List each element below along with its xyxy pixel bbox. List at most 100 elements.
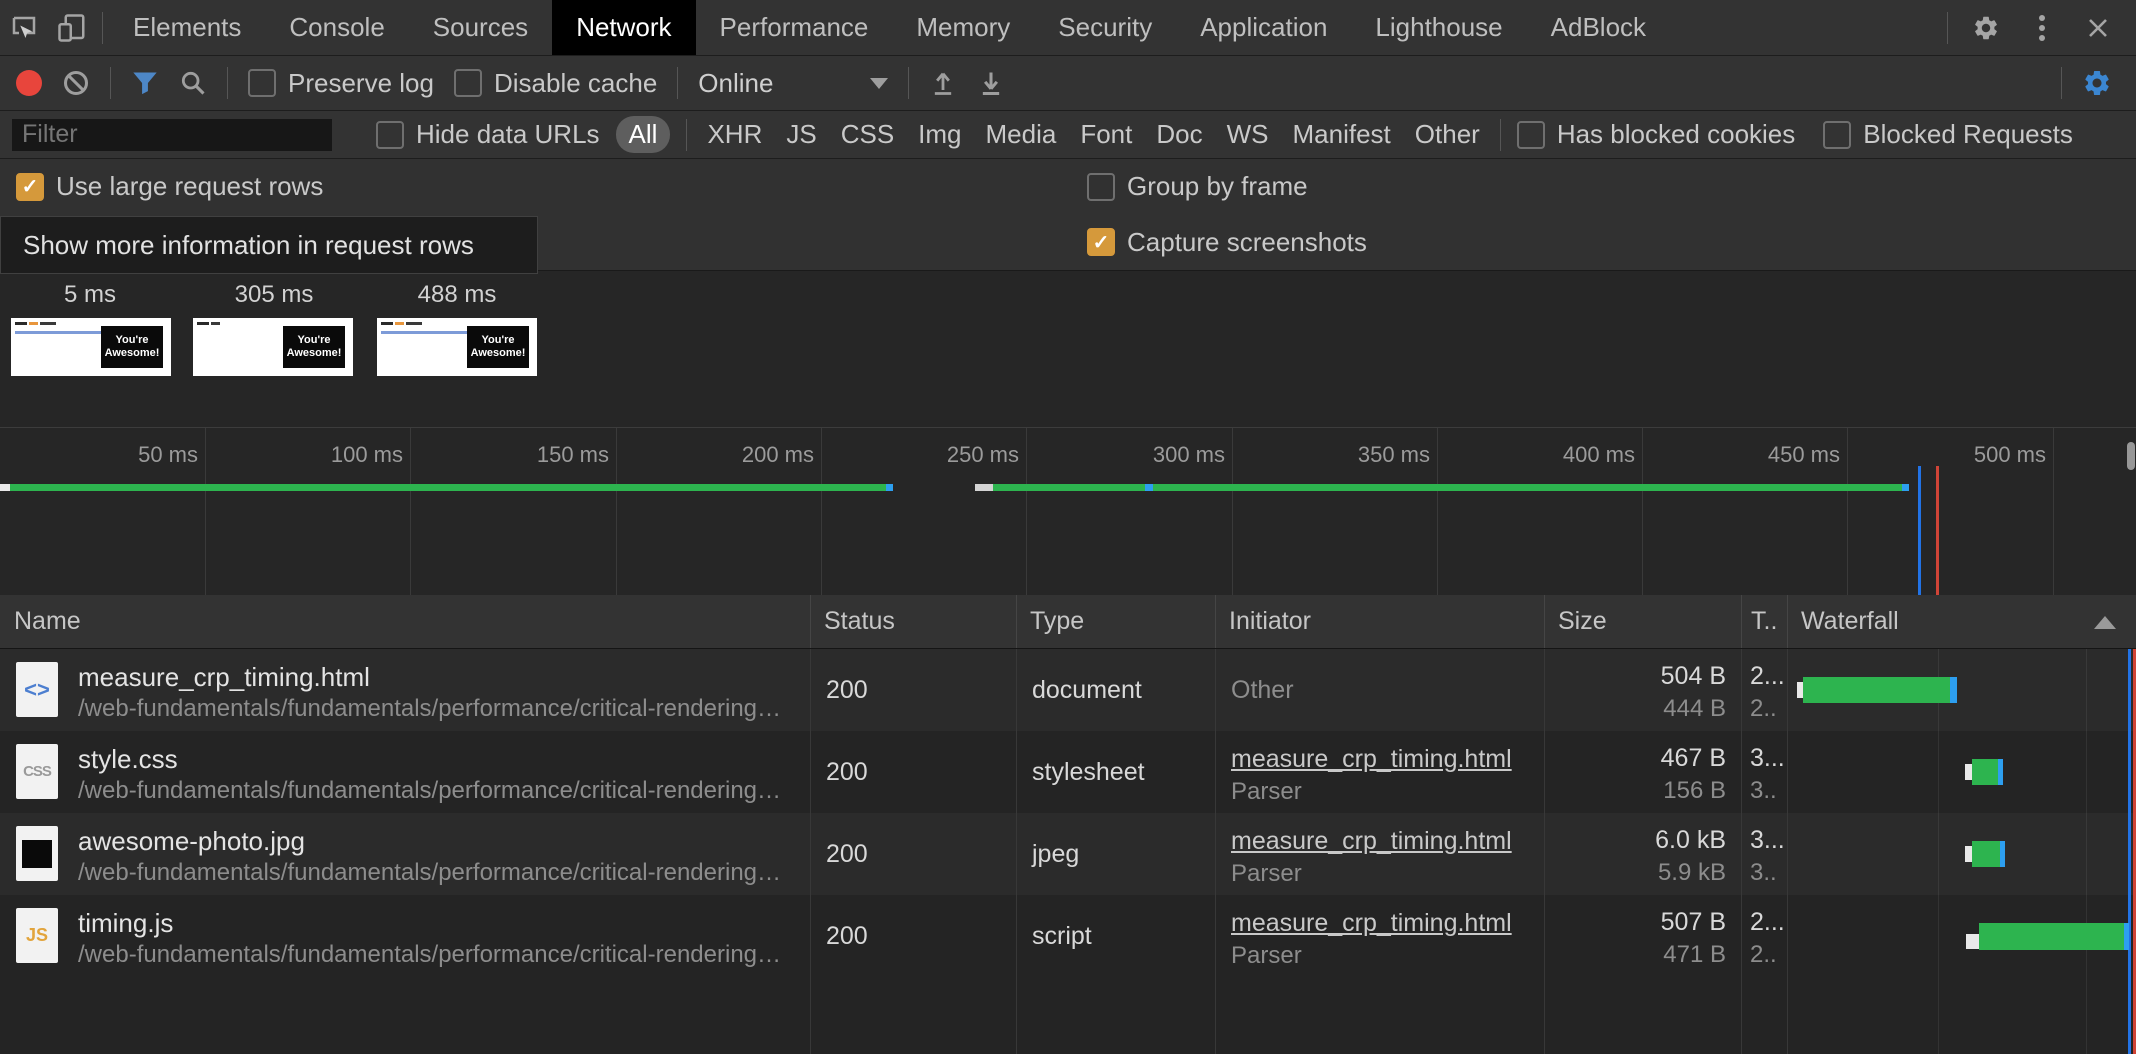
has-blocked-cookies-checkbox[interactable] bbox=[1517, 121, 1545, 149]
waterfall-end-bar bbox=[2000, 841, 2005, 867]
search-icon[interactable] bbox=[179, 69, 207, 97]
overview-gridline bbox=[1847, 428, 1848, 596]
request-initiator-link[interactable]: measure_crp_timing.html bbox=[1231, 909, 1512, 938]
column-header-waterfall[interactable]: Waterfall bbox=[1787, 595, 2087, 648]
filter-type-manifest[interactable]: Manifest bbox=[1289, 119, 1395, 150]
waterfall-end-bar bbox=[1950, 677, 1957, 703]
blocked-requests-label: Blocked Requests bbox=[1863, 119, 2073, 150]
request-name: awesome-photo.jpg bbox=[78, 826, 305, 857]
waterfall-download-bar[interactable] bbox=[1972, 759, 1998, 785]
group-by-frame-toggle[interactable]: Group by frame bbox=[1087, 159, 1308, 214]
request-initiator-link[interactable]: measure_crp_timing.html bbox=[1231, 745, 1512, 774]
filter-type-css[interactable]: CSS bbox=[837, 119, 898, 150]
table-row[interactable]: JS timing.js /web-fundamentals/fundament… bbox=[0, 895, 2136, 977]
column-header-name[interactable]: Name bbox=[0, 595, 810, 648]
table-row[interactable]: CSS style.css /web-fundamentals/fundamen… bbox=[0, 731, 2136, 813]
frame-badge: You're Awesome! bbox=[283, 326, 345, 368]
waterfall-download-bar[interactable] bbox=[1803, 677, 1950, 703]
tab-performance[interactable]: Performance bbox=[696, 0, 893, 55]
disable-cache-checkbox[interactable] bbox=[454, 69, 482, 97]
export-har-icon[interactable] bbox=[977, 69, 1005, 97]
overview-tick-label: 350 ms bbox=[1358, 442, 1437, 468]
settings-gear-icon[interactable] bbox=[1962, 14, 2010, 42]
tab-application[interactable]: Application bbox=[1176, 0, 1351, 55]
request-name: measure_crp_timing.html bbox=[78, 662, 370, 693]
request-path: /web-fundamentals/fundamentals/performan… bbox=[78, 941, 781, 969]
kebab-menu-icon[interactable] bbox=[2018, 13, 2066, 43]
waterfall-queueing-bar[interactable] bbox=[1966, 934, 1979, 949]
network-settings-gear-icon[interactable] bbox=[2082, 68, 2120, 98]
filmstrip-time-label: 305 ms bbox=[235, 281, 314, 309]
import-har-icon[interactable] bbox=[929, 69, 957, 97]
waterfall-download-bar[interactable] bbox=[1972, 841, 2000, 867]
group-by-frame-checkbox[interactable] bbox=[1087, 173, 1115, 201]
filter-input[interactable] bbox=[12, 119, 332, 151]
sort-asc-icon[interactable] bbox=[2094, 616, 2116, 629]
filmstrip-frame[interactable]: You're Awesome! bbox=[377, 318, 537, 376]
use-large-request-rows-toggle[interactable]: ✓ Use large request rows bbox=[16, 159, 323, 214]
table-row[interactable]: awesome-photo.jpg /web-fundamentals/fund… bbox=[0, 813, 2136, 895]
overview-tick-label: 50 ms bbox=[138, 442, 205, 468]
column-header-initiator[interactable]: Initiator bbox=[1215, 595, 1544, 648]
preserve-log-toggle[interactable]: Preserve log bbox=[248, 68, 434, 99]
filter-type-xhr[interactable]: XHR bbox=[703, 119, 766, 150]
filter-type-doc[interactable]: Doc bbox=[1152, 119, 1206, 150]
use-large-request-rows-checkbox[interactable]: ✓ bbox=[16, 173, 44, 201]
tab-elements[interactable]: Elements bbox=[109, 0, 265, 55]
tab-sources[interactable]: Sources bbox=[409, 0, 552, 55]
request-type: script bbox=[1032, 895, 1092, 977]
capture-screenshots-toggle[interactable]: ✓ Capture screenshots bbox=[1087, 214, 1367, 270]
filter-type-js[interactable]: JS bbox=[782, 119, 820, 150]
preserve-log-checkbox[interactable] bbox=[248, 69, 276, 97]
column-header-status[interactable]: Status bbox=[810, 595, 1016, 648]
request-path: /web-fundamentals/fundamentals/performan… bbox=[78, 859, 781, 887]
blocked-requests-toggle[interactable]: Blocked Requests bbox=[1823, 119, 2073, 150]
waterfall-queueing-bar[interactable] bbox=[1965, 764, 1972, 780]
filmstrip-frame[interactable]: You're Awesome! bbox=[11, 318, 171, 376]
clear-icon[interactable] bbox=[62, 69, 90, 97]
filter-type-img[interactable]: Img bbox=[914, 119, 965, 150]
close-icon[interactable] bbox=[2074, 16, 2122, 40]
waterfall-queueing-bar[interactable] bbox=[1965, 846, 1972, 862]
overview-gridline bbox=[1642, 428, 1643, 596]
overview-scrollbar-thumb[interactable] bbox=[2127, 442, 2135, 470]
overview-gridline bbox=[1437, 428, 1438, 596]
tab-security[interactable]: Security bbox=[1034, 0, 1176, 55]
toolbar-divider bbox=[2061, 67, 2062, 99]
filter-type-ws[interactable]: WS bbox=[1223, 119, 1273, 150]
waterfall-download-bar[interactable] bbox=[1979, 923, 2124, 950]
filter-type-other[interactable]: Other bbox=[1411, 119, 1484, 150]
filter-funnel-icon[interactable] bbox=[131, 69, 159, 97]
capture-screenshots-checkbox[interactable]: ✓ bbox=[1087, 228, 1115, 256]
filter-type-media[interactable]: Media bbox=[982, 119, 1061, 150]
column-header-size[interactable]: Size bbox=[1544, 595, 1741, 648]
request-initiator-link[interactable]: measure_crp_timing.html bbox=[1231, 827, 1512, 856]
device-toolbar-icon[interactable] bbox=[48, 0, 96, 55]
throttling-select[interactable]: Online bbox=[698, 68, 888, 99]
request-name: timing.js bbox=[78, 908, 173, 939]
hide-data-urls-checkbox[interactable] bbox=[376, 121, 404, 149]
tab-memory[interactable]: Memory bbox=[892, 0, 1034, 55]
overview-tick-label: 100 ms bbox=[331, 442, 410, 468]
request-size-content: 471 B bbox=[1544, 941, 1726, 969]
filmstrip-frame[interactable]: You're Awesome! bbox=[193, 318, 353, 376]
overview-band-end bbox=[886, 484, 893, 491]
disable-cache-toggle[interactable]: Disable cache bbox=[454, 68, 657, 99]
column-header-type[interactable]: Type bbox=[1016, 595, 1215, 648]
tab-console[interactable]: Console bbox=[265, 0, 408, 55]
column-header-time[interactable]: T.. bbox=[1741, 595, 1787, 648]
inspect-element-icon[interactable] bbox=[0, 0, 48, 55]
filter-type-font[interactable]: Font bbox=[1076, 119, 1136, 150]
tooltip-text: Show more information in request rows bbox=[23, 230, 474, 261]
tab-adblock[interactable]: AdBlock bbox=[1527, 0, 1670, 55]
tooltip: Show more information in request rows bbox=[0, 216, 538, 274]
tab-lighthouse[interactable]: Lighthouse bbox=[1351, 0, 1526, 55]
blocked-requests-checkbox[interactable] bbox=[1823, 121, 1851, 149]
has-blocked-cookies-toggle[interactable]: Has blocked cookies bbox=[1517, 119, 1795, 150]
record-network-log-icon[interactable] bbox=[16, 70, 42, 96]
filter-type-all[interactable]: All bbox=[616, 116, 671, 153]
network-overview[interactable]: 50 ms 100 ms 150 ms 200 ms 250 ms 300 ms… bbox=[0, 427, 2136, 596]
overview-gridline bbox=[2053, 428, 2054, 596]
hide-data-urls-toggle[interactable]: Hide data URLs bbox=[376, 119, 600, 150]
tab-network[interactable]: Network bbox=[552, 0, 695, 55]
